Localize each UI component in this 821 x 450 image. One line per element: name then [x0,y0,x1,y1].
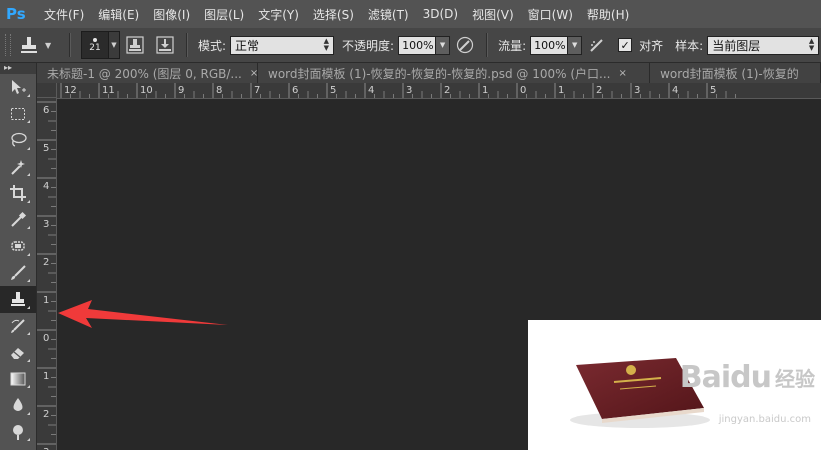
annotation-arrow [58,300,228,328]
